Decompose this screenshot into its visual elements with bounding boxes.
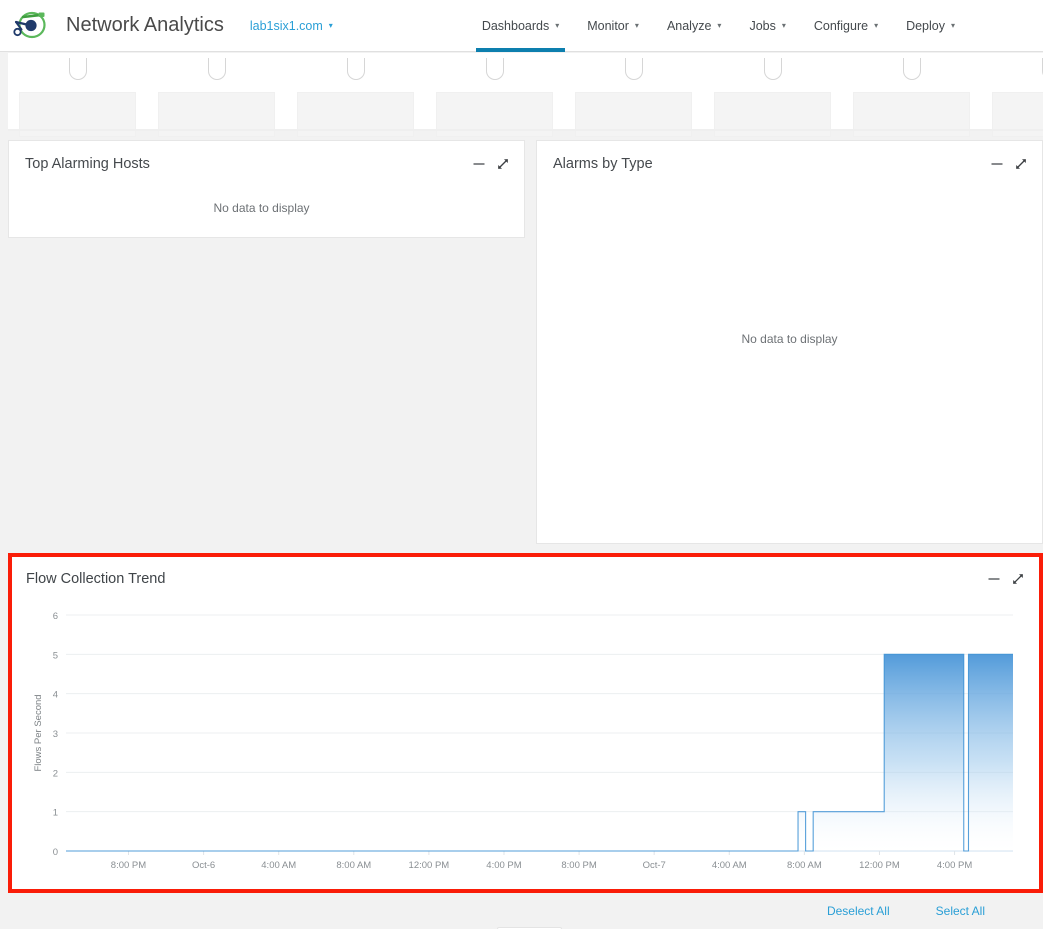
empty-state-text: No data to display — [741, 332, 838, 346]
card-title: Top Alarming Hosts — [25, 156, 150, 172]
minimize-icon[interactable] — [472, 157, 486, 171]
svg-text:8:00 PM: 8:00 PM — [561, 860, 596, 871]
svg-text:4:00 AM: 4:00 AM — [712, 860, 747, 871]
nav-label: Configure — [813, 18, 869, 33]
svg-text:6: 6 — [53, 611, 58, 622]
gauge-icon — [902, 58, 921, 80]
chart-selection-controls: Deselect All Select All — [8, 893, 1043, 929]
card-alarms-by-type: Alarms by Type No data to display — [536, 140, 1043, 544]
main-navigation: Dashboards ▾ Monitor ▾ Analyze ▾ Jobs ▾ … — [468, 0, 969, 52]
card-header: Top Alarming Hosts — [9, 141, 524, 187]
expand-icon[interactable] — [1014, 157, 1028, 171]
nav-item-analyze[interactable]: Analyze ▾ — [653, 0, 736, 52]
svg-text:2: 2 — [53, 768, 58, 779]
dashboard-page: Network Analytics lab1six1.com ▾ Dashboa… — [0, 0, 1043, 929]
kpi-widget-placeholder[interactable] — [286, 53, 425, 137]
nav-label: Dashboards — [481, 18, 550, 33]
nav-label: Deploy — [906, 18, 945, 33]
deselect-all-link[interactable]: Deselect All — [827, 904, 890, 918]
card-top-alarming-hosts: Top Alarming Hosts No data to display — [8, 140, 525, 238]
chevron-down-icon: ▾ — [717, 21, 722, 30]
card-header: Alarms by Type — [537, 141, 1042, 187]
card-tools — [987, 572, 1025, 586]
svg-text:4:00 PM: 4:00 PM — [486, 860, 521, 871]
card-title: Flow Collection Trend — [26, 571, 166, 587]
svg-text:4: 4 — [53, 690, 58, 701]
kpi-widget-placeholder[interactable] — [564, 53, 703, 137]
kpi-widget-placeholder[interactable] — [8, 53, 147, 137]
nav-item-monitor[interactable]: Monitor ▾ — [573, 0, 653, 52]
svg-text:12:00 PM: 12:00 PM — [859, 860, 900, 871]
strip-divider — [8, 129, 1043, 131]
svg-text:Oct-7: Oct-7 — [643, 860, 666, 871]
card-flow-collection-trend: Flow Collection Trend 0 1 2 3 4 5 6 8:00… — [8, 553, 1043, 929]
tenant-selector[interactable]: lab1six1.com ▾ — [250, 19, 333, 33]
chevron-down-icon: ▾ — [555, 21, 560, 30]
card-header: Flow Collection Trend — [8, 553, 1043, 605]
card-tools — [472, 157, 510, 171]
card-tools — [990, 157, 1028, 171]
chart-series-area — [66, 653, 1013, 852]
svg-text:8:00 AM: 8:00 AM — [336, 860, 371, 871]
chart-y-tick-labels: 0 1 2 3 4 5 6 — [53, 611, 58, 858]
top-header-bar: Network Analytics lab1six1.com ▾ Dashboa… — [0, 0, 1043, 52]
tenant-label: lab1six1.com — [249, 18, 323, 33]
svg-text:5: 5 — [53, 650, 58, 661]
network-analytics-logo-icon[interactable] — [10, 8, 50, 44]
nav-item-dashboards[interactable]: Dashboards ▾ — [468, 0, 573, 52]
app-title: Network Analytics — [66, 14, 224, 36]
kpi-widget-placeholder[interactable] — [147, 53, 286, 137]
gauge-icon — [207, 58, 226, 80]
nav-label: Analyze — [666, 18, 712, 33]
flow-trend-chart[interactable]: 0 1 2 3 4 5 6 8:00 PM Oct-6 4:00 AM 8:00 AM 12:00 … — [8, 605, 1043, 929]
svg-text:0: 0 — [53, 847, 58, 858]
minimize-icon[interactable] — [990, 157, 1004, 171]
kpi-widget-placeholder[interactable] — [703, 53, 842, 137]
gauge-icon — [485, 58, 504, 80]
chevron-down-icon: ▾ — [634, 21, 639, 30]
nav-label: Monitor — [587, 18, 629, 33]
chevron-down-icon: ▾ — [874, 21, 879, 30]
expand-icon[interactable] — [496, 157, 510, 171]
nav-item-deploy[interactable]: Deploy ▾ — [892, 0, 969, 52]
svg-text:8:00 PM: 8:00 PM — [111, 860, 146, 871]
chevron-down-icon: ▾ — [951, 21, 956, 30]
chart-y-axis-title: Flows Per Second — [33, 694, 44, 771]
card-title: Alarms by Type — [553, 156, 653, 172]
svg-text:Oct-6: Oct-6 — [192, 860, 215, 871]
kpi-widget-placeholder[interactable] — [981, 53, 1043, 137]
chevron-down-icon: ▾ — [328, 21, 333, 30]
kpi-widget-strip — [8, 53, 1043, 137]
nav-item-jobs[interactable]: Jobs ▾ — [735, 0, 799, 52]
nav-label: Jobs — [749, 18, 776, 33]
select-all-link[interactable]: Select All — [936, 904, 985, 918]
gauge-icon — [346, 58, 365, 80]
flow-trend-plot: 0 1 2 3 4 5 6 8:00 PM Oct-6 4:00 AM 8:00 AM 12:00 … — [33, 611, 1013, 871]
minimize-icon[interactable] — [987, 572, 1001, 586]
nav-item-configure[interactable]: Configure ▾ — [800, 0, 892, 52]
svg-text:1: 1 — [53, 808, 58, 819]
expand-icon[interactable] — [1011, 572, 1025, 586]
svg-text:Flows Per Second: Flows Per Second — [33, 694, 44, 771]
gauge-icon — [763, 58, 782, 80]
svg-text:4:00 AM: 4:00 AM — [261, 860, 296, 871]
svg-text:8:00 AM: 8:00 AM — [787, 860, 822, 871]
kpi-widget-placeholder[interactable] — [842, 53, 981, 137]
chart-x-tick-labels: 8:00 PM Oct-6 4:00 AM 8:00 AM 12:00 PM 4:00 P… — [111, 860, 973, 871]
kpi-widget-placeholder[interactable] — [425, 53, 564, 137]
svg-text:12:00 PM: 12:00 PM — [409, 860, 450, 871]
gauge-icon — [68, 58, 87, 80]
svg-text:4:00 PM: 4:00 PM — [937, 860, 972, 871]
chevron-down-icon: ▾ — [781, 21, 786, 30]
gauge-icon — [624, 58, 643, 80]
svg-text:3: 3 — [53, 729, 58, 740]
empty-state-text: No data to display — [213, 201, 310, 215]
